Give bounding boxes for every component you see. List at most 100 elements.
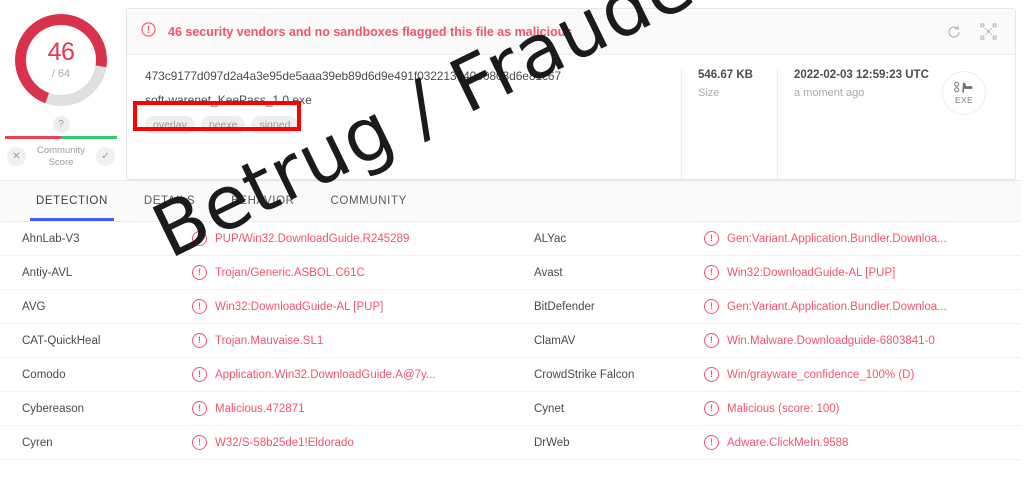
tab-label: DETECTION <box>36 195 108 207</box>
verdict-text: Win32:DownloadGuide-AL [PUP] <box>215 300 384 313</box>
exclamation-circle-icon: ! <box>704 265 719 280</box>
table-row[interactable]: AhnLab-V3 ! PUP/Win32.DownloadGuide.R245… <box>0 222 512 256</box>
question-mark-icon[interactable]: ? <box>52 116 70 133</box>
detection-ratio-gauge: 46 / 64 <box>15 14 107 106</box>
vendor-name: ClamAV <box>534 334 576 347</box>
exclamation-circle-icon: ! <box>704 333 719 348</box>
exclamation-circle-icon: ! <box>192 367 207 382</box>
verdict: ! Win32:DownloadGuide-AL [PUP] <box>704 265 895 280</box>
verdict-text: Malicious (score: 100) <box>727 402 840 415</box>
table-row[interactable]: DrWeb ! Adware.ClickMeIn.9588 <box>512 426 1024 460</box>
virustotal-file-report: 46 / 64 ? ✕ Community Score ✓ 46 securit… <box>0 0 1024 500</box>
verdict: ! Gen:Variant.Application.Bundler.Downlo… <box>704 231 947 246</box>
verdict: ! Trojan.Mauvaise.SL1 <box>192 333 323 348</box>
detections-table: AhnLab-V3 ! PUP/Win32.DownloadGuide.R245… <box>0 222 1024 460</box>
verdict: ! Adware.ClickMeIn.9588 <box>704 435 848 450</box>
table-row[interactable]: CAT-QuickHeal ! Trojan.Mauvaise.SL1 <box>0 324 512 358</box>
scan-date-value: 2022-02-03 12:59:23 UTC <box>794 69 929 81</box>
community-score-block: ? ✕ Community Score ✓ <box>0 116 122 169</box>
file-tag[interactable]: overlay <box>145 116 195 134</box>
exclamation-circle-icon: ! <box>704 401 719 416</box>
exclamation-circle-icon: ! <box>192 299 207 314</box>
verdict-text: Application.Win32.DownloadGuide.A@7y... <box>215 368 436 381</box>
tab-label: COMMUNITY <box>330 195 407 207</box>
table-row[interactable]: Cyren ! W32/S-58b25de1!Eldorado <box>0 426 512 460</box>
file-tag[interactable]: peexe <box>200 116 246 134</box>
vendor-name: ALYac <box>534 232 567 245</box>
exclamation-circle-icon <box>141 21 156 42</box>
community-score-label-line1: Community <box>36 145 86 156</box>
verdict: ! Win.Malware.Downloadguide-6803841-0 <box>704 333 935 348</box>
verdict: ! Win/grayware_confidence_100% (D) <box>704 367 914 382</box>
detection-count: 46 <box>47 38 75 66</box>
exclamation-circle-icon: ! <box>704 435 719 450</box>
vendor-name: Avast <box>534 266 563 279</box>
exclamation-circle-icon: ! <box>192 231 207 246</box>
verdict-text: Malicious.472871 <box>215 402 305 415</box>
table-row[interactable]: Cynet ! Malicious (score: 100) <box>512 392 1024 426</box>
score-bar-negative <box>5 136 61 139</box>
verdict-text: Win32:DownloadGuide-AL [PUP] <box>727 266 896 279</box>
exclamation-circle-icon: ! <box>704 367 719 382</box>
x-mark-icon[interactable]: ✕ <box>7 147 26 167</box>
table-row[interactable]: Comodo ! Application.Win32.DownloadGuide… <box>0 358 512 392</box>
table-row[interactable]: Cybereason ! Malicious.472871 <box>0 392 512 426</box>
verdict-text: Gen:Variant.Application.Bundler.Downloa.… <box>727 232 947 245</box>
table-row[interactable]: Avast ! Win32:DownloadGuide-AL [PUP] <box>512 256 1024 290</box>
check-mark-icon[interactable]: ✓ <box>96 147 115 167</box>
file-hash[interactable]: 473c9177d097d2a4a3e95de5aaa39eb89d6d9e49… <box>145 69 681 83</box>
detection-total: / 64 <box>51 68 71 80</box>
file-size-value: 546.67 KB <box>698 69 753 81</box>
tab-label: BEHAVIOR <box>231 195 295 207</box>
report-tabs: DETECTION DETAILS BEHAVIOR COMMUNITY <box>0 180 1024 222</box>
vendor-name: Comodo <box>22 368 66 381</box>
verdict-text: Win.Malware.Downloadguide-6803841-0 <box>727 334 935 347</box>
file-identity: 473c9177d097d2a4a3e95de5aaa39eb89d6d9e49… <box>141 69 681 179</box>
vendor-name: BitDefender <box>534 300 595 313</box>
verdict: ! W32/S-58b25de1!Eldorado <box>192 435 354 450</box>
tab-details[interactable]: DETAILS <box>126 181 213 221</box>
tab-community[interactable]: COMMUNITY <box>313 181 425 221</box>
table-row[interactable]: BitDefender ! Gen:Variant.Application.Bu… <box>512 290 1024 324</box>
expand-icon[interactable] <box>975 19 1001 45</box>
community-score-label-line2: Score <box>48 156 74 168</box>
table-row[interactable]: ALYac ! Gen:Variant.Application.Bundler.… <box>512 222 1024 256</box>
verdict-text: Adware.ClickMeIn.9588 <box>727 436 849 449</box>
verdict: ! Malicious.472871 <box>192 401 305 416</box>
vendor-name: CrowdStrike Falcon <box>534 368 635 381</box>
file-name: soft-warenet_KeePass_1.0.exe <box>145 93 312 107</box>
exclamation-circle-icon: ! <box>192 333 207 348</box>
reload-icon[interactable] <box>941 19 967 45</box>
verdict: ! Application.Win32.DownloadGuide.A@7y..… <box>192 367 436 382</box>
file-tag[interactable]: signed <box>251 116 299 134</box>
tab-behavior[interactable]: BEHAVIOR <box>213 181 312 221</box>
report-header: 46 / 64 ? ✕ Community Score ✓ 46 securit… <box>0 0 1024 180</box>
table-row[interactable]: CrowdStrike Falcon ! Win/grayware_confid… <box>512 358 1024 392</box>
executable-icon: EXE <box>942 71 986 115</box>
exclamation-circle-icon: ! <box>704 231 719 246</box>
table-row[interactable]: ClamAV ! Win.Malware.Downloadguide-68038… <box>512 324 1024 358</box>
vendor-name: Cyren <box>22 436 53 449</box>
verdict-text: PUP/Win32.DownloadGuide.R245289 <box>215 232 410 245</box>
tab-detection[interactable]: DETECTION <box>18 181 126 221</box>
verdict-text: Trojan/Generic.ASBOL.C61C <box>215 266 365 279</box>
file-size-block: 546.67 KB Size <box>681 69 777 179</box>
community-score-bar <box>5 136 117 139</box>
exclamation-circle-icon: ! <box>704 299 719 314</box>
verdict: ! PUP/Win32.DownloadGuide.R245289 <box>192 231 409 246</box>
tab-label: DETAILS <box>143 195 196 207</box>
file-tags: overlay peexe signed <box>145 116 681 134</box>
vendor-name: AVG <box>22 300 46 313</box>
exclamation-circle-icon: ! <box>192 401 207 416</box>
file-type-label: EXE <box>955 95 973 105</box>
file-type-block: EXE <box>927 69 1001 179</box>
malicious-alert-text: 46 security vendors and no sandboxes fla… <box>168 24 573 39</box>
verdict-text: W32/S-58b25de1!Eldorado <box>215 436 354 449</box>
table-row[interactable]: Antiy-AVL ! Trojan/Generic.ASBOL.C61C <box>0 256 512 290</box>
exclamation-circle-icon: ! <box>192 265 207 280</box>
table-row[interactable]: AVG ! Win32:DownloadGuide-AL [PUP] <box>0 290 512 324</box>
exclamation-circle-icon: ! <box>192 435 207 450</box>
vendor-name: CAT-QuickHeal <box>22 334 101 347</box>
community-score-label: Community Score <box>32 145 90 169</box>
vendor-name: Cynet <box>534 402 565 415</box>
